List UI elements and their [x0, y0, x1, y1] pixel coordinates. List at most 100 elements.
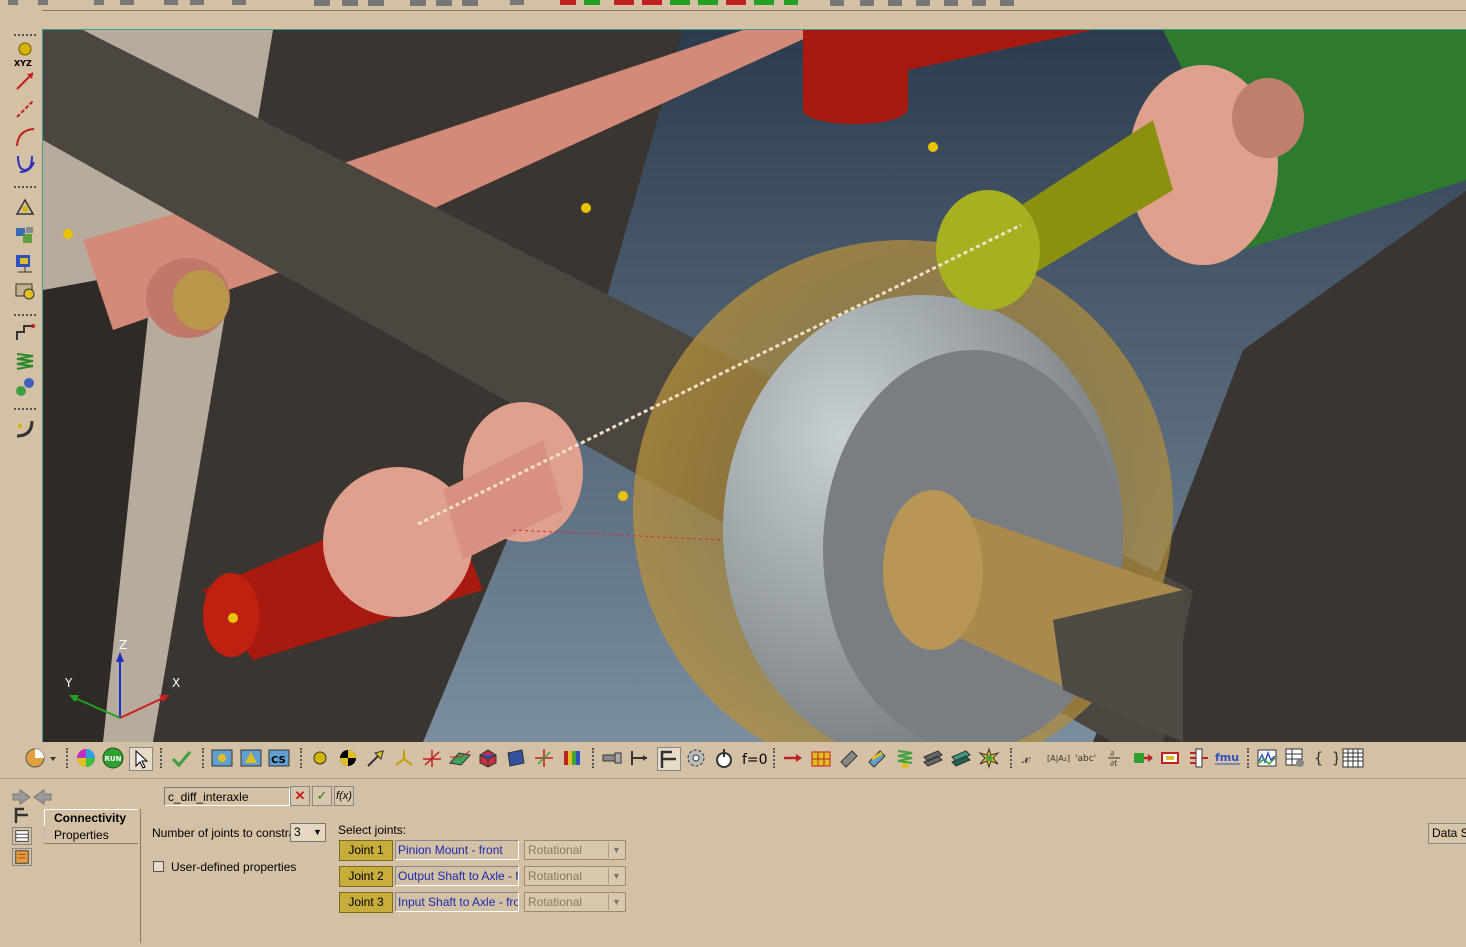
line-tool-icon[interactable]	[14, 98, 36, 120]
solid-icon[interactable]	[477, 747, 499, 769]
top-toolbar-icons[interactable]	[0, 0, 1466, 10]
frame-icon[interactable]	[393, 747, 415, 769]
panel-props-icon[interactable]	[12, 848, 32, 866]
toolbar-separator	[300, 748, 304, 768]
joint-translational-icon[interactable]	[629, 747, 651, 769]
joint-3-type-select[interactable]: Rotational ▼	[524, 892, 626, 912]
data-science-button[interactable]: Data Sc	[1428, 823, 1466, 844]
mesh-tool-icon[interactable]	[14, 280, 36, 302]
spring-icon[interactable]	[894, 747, 916, 769]
triangle-tool-icon[interactable]	[14, 196, 36, 218]
array-icon[interactable]: [A|A₂]	[1046, 747, 1072, 769]
3d-viewport[interactable]: Z X Y	[42, 29, 1466, 743]
mass-icon[interactable]	[337, 747, 359, 769]
force-icon[interactable]	[782, 747, 804, 769]
joint-1-type: Rotational	[528, 843, 583, 857]
view-icon[interactable]	[211, 747, 233, 769]
joint-axis-icon[interactable]	[421, 747, 443, 769]
contact-icon[interactable]	[950, 747, 972, 769]
spline-tool-icon[interactable]	[14, 152, 36, 174]
select-arrow-icon[interactable]	[129, 747, 153, 771]
beam-icon[interactable]	[866, 747, 888, 769]
surface-tool-icon[interactable]	[14, 252, 36, 274]
run-label: RUN	[105, 755, 122, 763]
f0-label: f=0	[742, 752, 767, 768]
split-icon[interactable]	[533, 747, 555, 769]
svg-text:∂t: ∂t	[1110, 759, 1118, 768]
apply-button[interactable]: ✓	[312, 786, 332, 806]
toolbar-separator	[202, 748, 206, 768]
run-icon[interactable]: RUN	[102, 747, 124, 769]
force-vector-icon[interactable]	[365, 747, 387, 769]
actuator-icon[interactable]	[601, 747, 623, 769]
joint-3-field[interactable]: Input Shaft to Axle - front	[395, 892, 519, 912]
marker-point	[63, 229, 73, 239]
bushing-icon[interactable]	[838, 747, 860, 769]
tire-tool-icon[interactable]	[14, 418, 36, 440]
motion-icon[interactable]	[713, 747, 735, 769]
collision-icon[interactable]	[978, 747, 1000, 769]
red-block-base	[803, 96, 907, 124]
sensor-icon[interactable]	[1160, 747, 1182, 769]
toolbar-separator	[14, 314, 36, 320]
arc-tool-icon[interactable]	[14, 126, 36, 148]
joint-selected-icon[interactable]	[657, 747, 681, 771]
cs-label: CS	[271, 755, 286, 766]
joint-1-button[interactable]: Joint 1	[339, 840, 393, 861]
entity-name-field[interactable]: c_diff_interaxle	[164, 787, 290, 806]
joint-2-button[interactable]: Joint 2	[339, 866, 393, 887]
marker-point	[928, 142, 938, 152]
differential-equation-icon[interactable]: ∂∂t	[1104, 747, 1126, 769]
user-defined-checkbox[interactable]	[153, 861, 164, 872]
fmu-icon[interactable]: fmu	[1214, 747, 1242, 769]
load-table-icon[interactable]	[810, 747, 832, 769]
contour-icon[interactable]	[561, 747, 583, 769]
output-icon[interactable]	[1132, 747, 1154, 769]
joint-entity-icon[interactable]	[12, 806, 32, 824]
gear-icon[interactable]	[685, 747, 707, 769]
pink-flange-hub	[1232, 78, 1304, 158]
spring-tool-icon[interactable]	[14, 350, 36, 372]
select-joints-label: Select joints:	[338, 823, 407, 837]
marker-icon[interactable]	[240, 747, 262, 769]
nav-back-forward[interactable]	[10, 786, 56, 808]
constraint-icon[interactable]: f=0	[741, 747, 767, 769]
vector-tool-icon[interactable]	[14, 70, 36, 92]
string-icon[interactable]: 'abc'	[1074, 747, 1100, 769]
body-tool-icon[interactable]	[14, 224, 36, 246]
joint-2-type-select[interactable]: Rotational ▼	[524, 866, 626, 886]
plot-icon[interactable]	[1256, 747, 1278, 769]
contact-tool-icon[interactable]	[14, 376, 36, 398]
chevron-down-icon: ▼	[608, 894, 624, 910]
toolbar-separator	[160, 748, 164, 768]
table-report-icon[interactable]	[1284, 747, 1306, 769]
joint-tool-icon[interactable]	[14, 322, 36, 344]
point-icon[interactable]	[309, 747, 331, 769]
joint-2-field[interactable]: Output Shaft to Axle - fror	[395, 866, 519, 886]
joint-1-type-select[interactable]: Rotational ▼	[524, 840, 626, 860]
spreadsheet-icon[interactable]	[1342, 747, 1364, 769]
color-wheel-icon[interactable]	[75, 747, 97, 769]
cancel-button[interactable]: ✕	[290, 786, 310, 806]
check-icon[interactable]	[170, 747, 192, 769]
tab-connectivity[interactable]: Connectivity	[44, 809, 138, 826]
control-block-icon[interactable]	[1188, 747, 1210, 769]
point-tool-icon[interactable]: XYZ	[14, 40, 36, 68]
variable-icon[interactable]: 𝓍	[1019, 747, 1041, 769]
marker-point	[618, 491, 628, 501]
num-joints-select[interactable]: 3 ▼	[290, 823, 326, 842]
field-icon[interactable]	[922, 747, 944, 769]
plane-icon[interactable]	[449, 747, 471, 769]
model-scene[interactable]: Z X Y	[43, 30, 1466, 742]
render-mode-icon[interactable]	[24, 747, 58, 769]
script-icon[interactable]: { }	[1312, 747, 1338, 769]
panel-list-icon[interactable]	[12, 827, 32, 845]
tab-properties[interactable]: Properties	[44, 827, 138, 844]
chevron-down-icon: ▼	[608, 868, 624, 884]
variable-label: 𝓍	[1021, 748, 1031, 767]
shell-icon[interactable]	[505, 747, 527, 769]
expression-button[interactable]: f(x)	[334, 786, 354, 806]
coordinate-system-icon[interactable]: CS	[268, 747, 290, 769]
joint-1-field[interactable]: Pinion Mount - front	[395, 840, 519, 860]
joint-3-button[interactable]: Joint 3	[339, 892, 393, 913]
